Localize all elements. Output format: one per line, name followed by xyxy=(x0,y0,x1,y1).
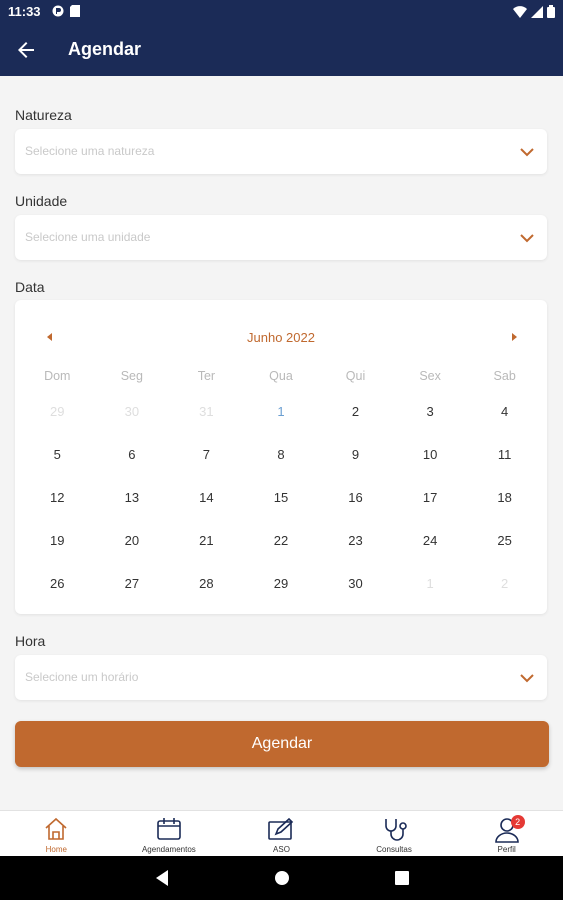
calendar-week-row: 19 20 21 22 23 24 25 xyxy=(20,519,542,562)
calendar-day[interactable]: 13 xyxy=(95,490,170,505)
data-label: Data xyxy=(15,279,45,295)
calendar-week-row: 12 13 14 15 16 17 18 xyxy=(20,476,542,519)
nav-aso[interactable]: ASO xyxy=(225,811,338,857)
weekday-label: Sab xyxy=(493,369,516,383)
calendar-week-row: 29 30 31 1 2 3 4 xyxy=(20,390,542,433)
notification-badge: 2 xyxy=(510,815,525,829)
recents-square-icon[interactable] xyxy=(394,869,410,887)
home-icon xyxy=(45,817,67,840)
system-navigation-bar xyxy=(0,856,563,900)
calendar-day[interactable]: 28 xyxy=(169,576,244,591)
natureza-select[interactable]: Selecione uma natureza xyxy=(15,129,547,174)
nav-home[interactable]: Home xyxy=(0,811,113,857)
calendar-day[interactable]: 9 xyxy=(318,447,393,462)
calendar-week-row: 5 6 7 8 9 10 11 xyxy=(20,433,542,476)
chevron-down-icon xyxy=(520,234,534,243)
calendar-day[interactable]: 3 xyxy=(393,404,468,419)
natureza-placeholder: Selecione uma natureza xyxy=(25,144,155,158)
calendar-day[interactable]: 4 xyxy=(467,404,542,419)
chevron-down-icon xyxy=(520,674,534,683)
calendar-day-outside: 29 xyxy=(50,404,65,419)
calendar-day[interactable]: 11 xyxy=(467,447,542,462)
calendar-day[interactable]: 24 xyxy=(393,533,468,548)
app-notification-icon xyxy=(52,5,64,17)
calendar-day-outside: 2 xyxy=(501,576,509,591)
nav-agendamentos-label: Agendamentos xyxy=(141,845,196,854)
back-arrow-icon[interactable] xyxy=(14,38,38,62)
calendar-day[interactable]: 7 xyxy=(169,447,244,462)
calendar-grid: Dom Seg Ter Qua Qui Sex Sab 29 30 31 1 2 3 4 5 6 7 8 9 10 11… xyxy=(20,362,542,605)
calendar-day[interactable]: 25 xyxy=(467,533,542,548)
nav-consultas[interactable]: Consultas xyxy=(338,811,451,857)
weekday-label: Sex xyxy=(419,369,441,383)
calendar: Junho 2022 Dom Seg Ter Qua Qui Sex Sab 29 30 31 1 2… xyxy=(15,300,547,614)
calendar-day[interactable]: 10 xyxy=(393,447,468,462)
home-circle-icon[interactable] xyxy=(274,869,290,887)
bottom-navigation: Home Agendamentos ASO Consultas 2 Perfil xyxy=(0,810,563,857)
calendar-day[interactable]: 21 xyxy=(169,533,244,548)
weekday-label: Seg xyxy=(120,369,143,383)
calendar-day[interactable]: 16 xyxy=(318,490,393,505)
nav-agendamentos[interactable]: Agendamentos xyxy=(113,811,226,857)
nav-home-label: Home xyxy=(45,845,67,854)
battery-icon xyxy=(547,5,555,18)
calendar-day[interactable]: 5 xyxy=(20,447,95,462)
calendar-day-outside: 1 xyxy=(426,576,434,591)
unidade-placeholder: Selecione uma unidade xyxy=(25,230,151,244)
weekday-label: Dom xyxy=(44,369,71,383)
app-bar: Agendar xyxy=(0,24,563,76)
stethoscope-icon xyxy=(385,819,407,841)
nav-perfil-label: Perfil xyxy=(497,845,516,854)
calendar-day[interactable]: 12 xyxy=(20,490,95,505)
page-title: Agendar xyxy=(68,39,142,59)
nav-consultas-label: Consultas xyxy=(376,845,412,854)
calendar-month-label: Junho 2022 xyxy=(247,330,315,345)
calendar-icon xyxy=(157,818,181,840)
calendar-day[interactable]: 14 xyxy=(169,490,244,505)
calendar-day-outside: 30 xyxy=(124,404,140,419)
document-edit-icon xyxy=(268,817,294,840)
calendar-day[interactable]: 22 xyxy=(244,533,319,548)
weekday-label: Ter xyxy=(197,369,216,383)
status-bar: 11:33 xyxy=(0,0,563,24)
weekday-header-row: Dom Seg Ter Qua Qui Sex Sab xyxy=(20,362,542,390)
hora-placeholder: Selecione um horário xyxy=(25,670,139,684)
unidade-label: Unidade xyxy=(15,193,68,209)
weekday-label: Qui xyxy=(345,369,366,383)
signal-icon xyxy=(531,5,543,18)
calendar-day[interactable]: 15 xyxy=(244,490,319,505)
chevron-down-icon xyxy=(520,148,534,157)
next-month-icon[interactable] xyxy=(509,332,519,342)
hora-select[interactable]: Selecione um horário xyxy=(15,655,547,700)
calendar-day[interactable]: 29 xyxy=(244,576,319,591)
nav-aso-label: ASO xyxy=(273,845,290,854)
calendar-day[interactable]: 1 xyxy=(244,404,319,419)
hora-label: Hora xyxy=(15,633,46,649)
unidade-select[interactable]: Selecione uma unidade xyxy=(15,215,547,260)
calendar-day[interactable]: 23 xyxy=(318,533,393,548)
calendar-day[interactable]: 19 xyxy=(20,533,95,548)
calendar-day[interactable]: 20 xyxy=(95,533,170,548)
calendar-day[interactable]: 8 xyxy=(244,447,319,462)
wifi-icon xyxy=(513,5,527,18)
calendar-day[interactable]: 6 xyxy=(95,447,170,462)
calendar-day[interactable]: 17 xyxy=(393,490,468,505)
calendar-day[interactable]: 26 xyxy=(20,576,95,591)
calendar-day[interactable]: 30 xyxy=(318,576,393,591)
agendar-button[interactable]: Agendar xyxy=(15,721,549,767)
back-triangle-icon[interactable] xyxy=(154,869,170,887)
calendar-day[interactable]: 27 xyxy=(95,576,170,591)
calendar-day[interactable]: 2 xyxy=(318,404,393,419)
sd-card-icon xyxy=(70,5,80,17)
natureza-label: Natureza xyxy=(15,107,72,123)
calendar-week-row: 26 27 28 29 30 1 2 xyxy=(20,562,542,605)
calendar-day-outside: 31 xyxy=(199,404,214,419)
weekday-label: Qua xyxy=(269,369,293,383)
status-time: 11:33 xyxy=(8,4,41,19)
nav-perfil[interactable]: 2 Perfil xyxy=(450,811,563,857)
calendar-day[interactable]: 18 xyxy=(467,490,542,505)
